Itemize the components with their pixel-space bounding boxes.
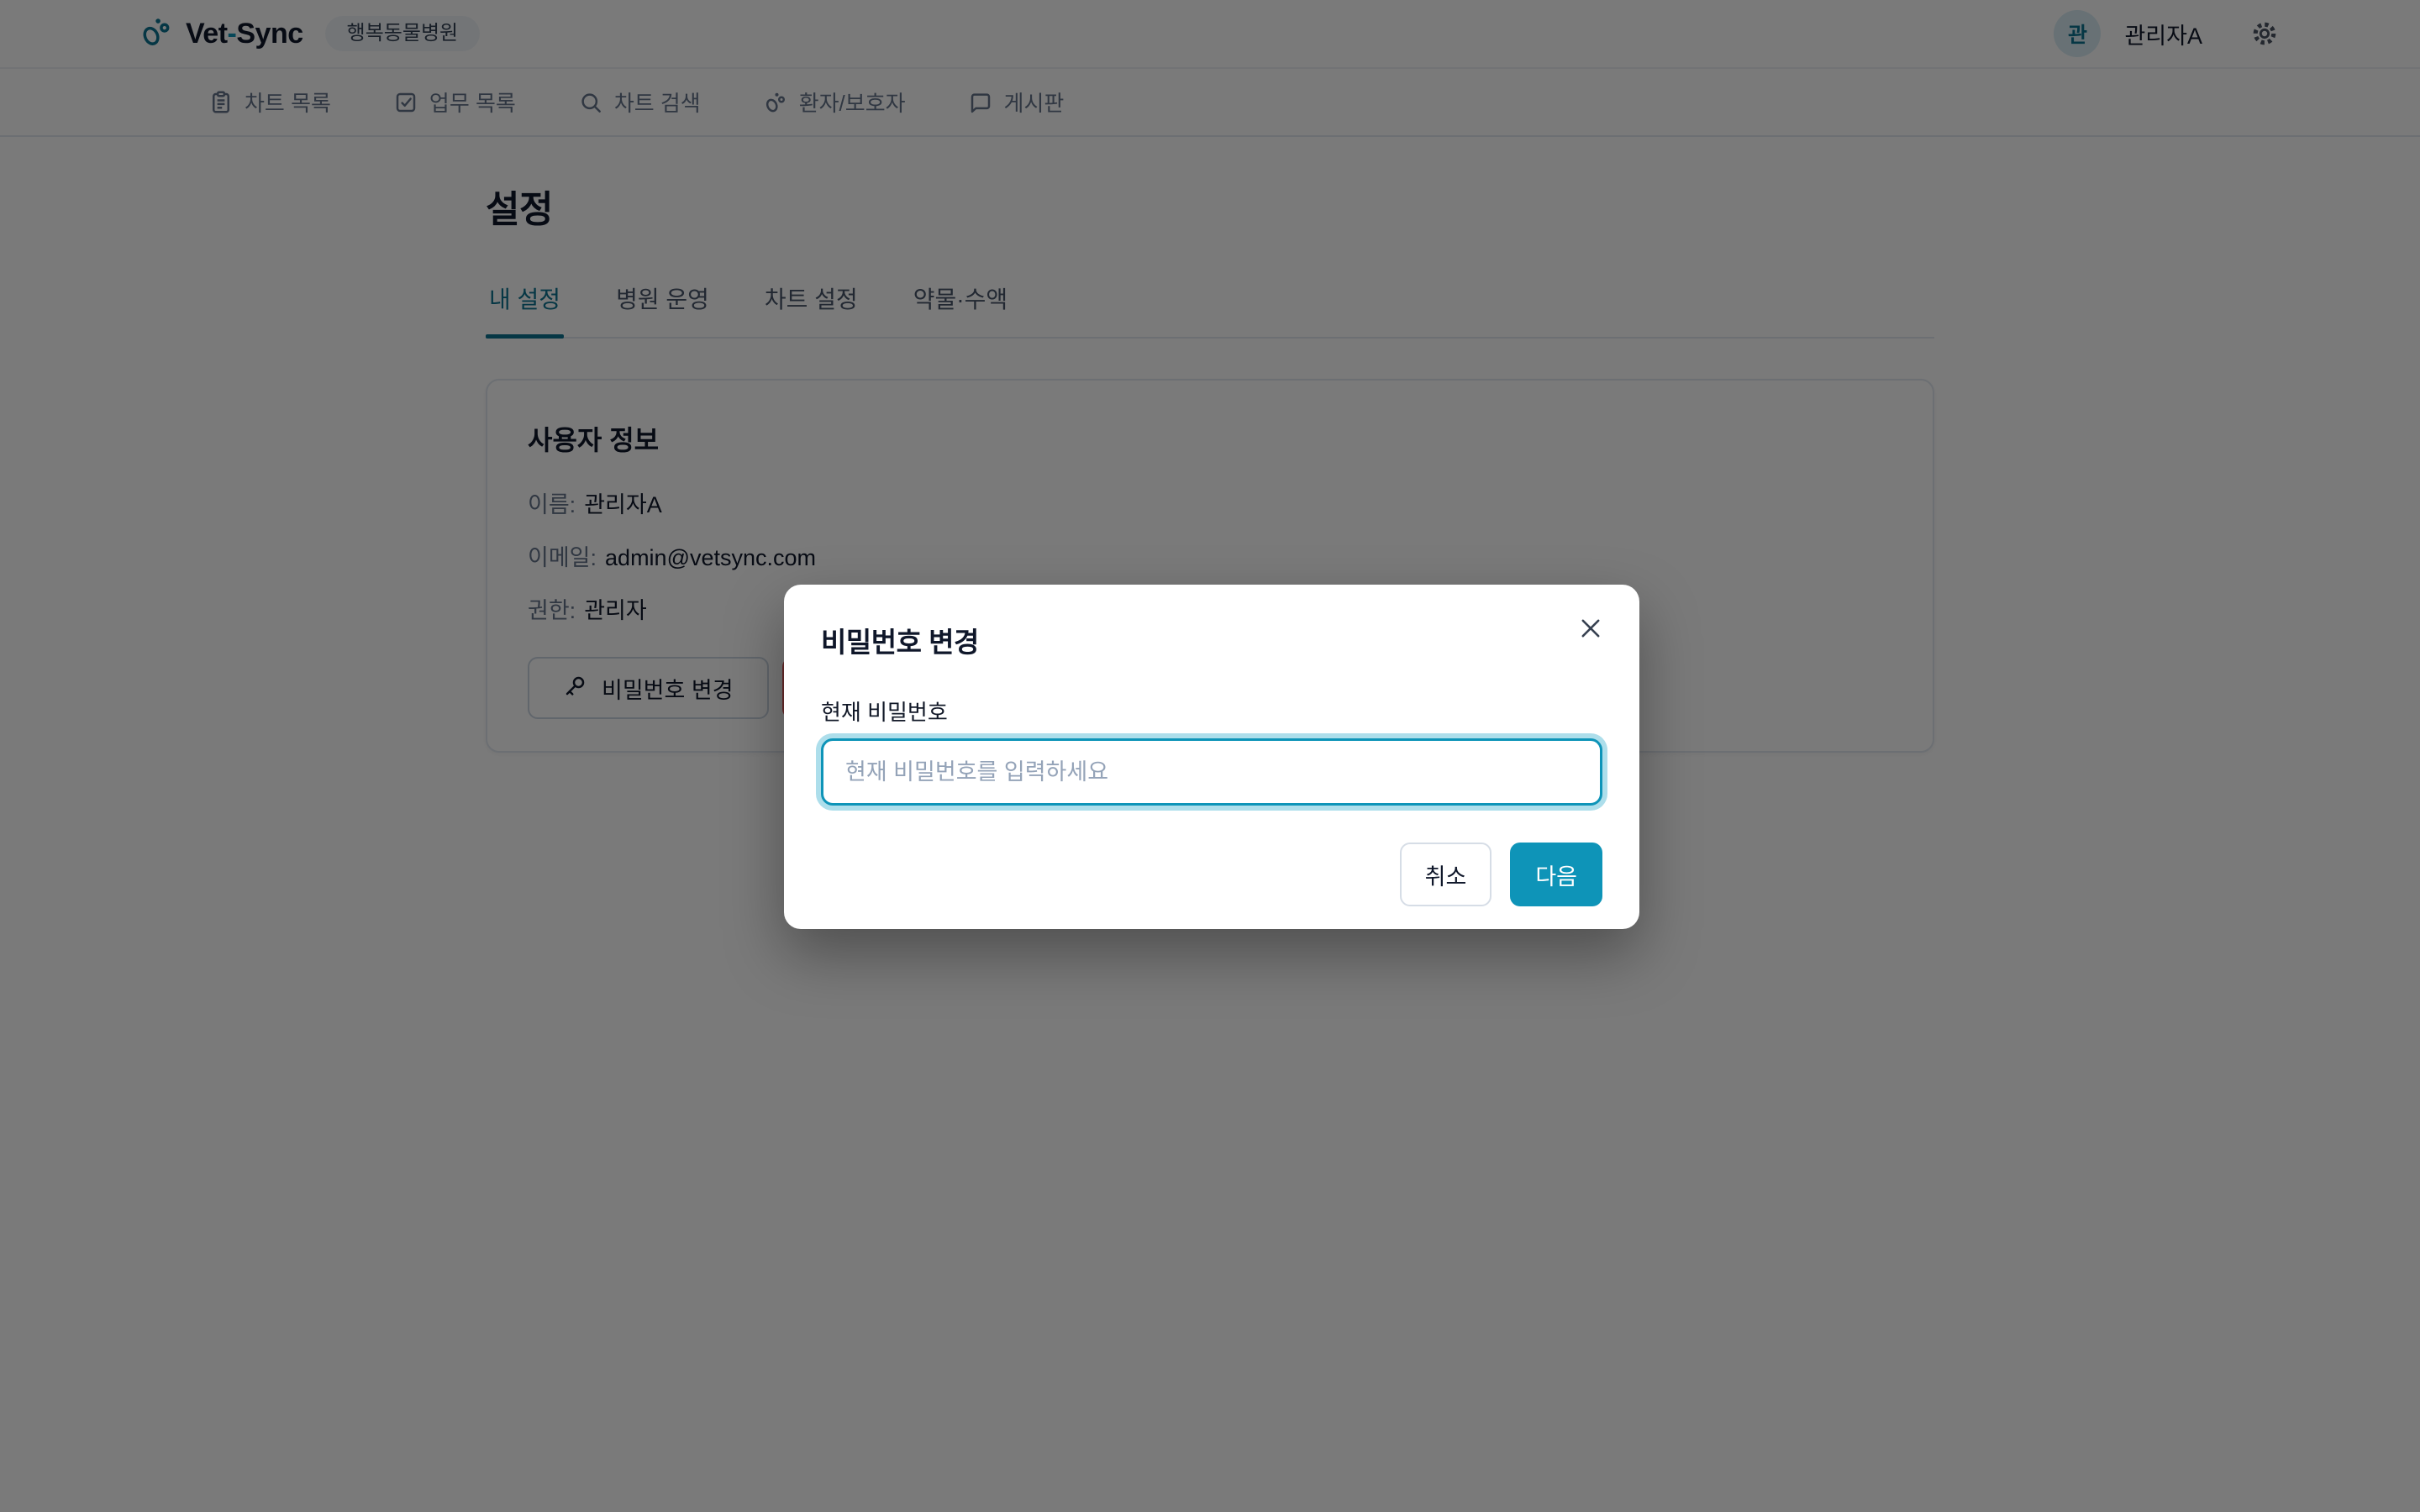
current-password-label: 현재 비밀번호: [821, 696, 1602, 727]
cancel-button[interactable]: 취소: [1400, 843, 1492, 906]
password-change-modal: 비밀번호 변경 현재 비밀번호 취소 다음: [784, 585, 1639, 929]
close-icon[interactable]: [1572, 610, 1609, 647]
current-password-input[interactable]: [821, 738, 1602, 806]
modal-footer: 취소 다음: [821, 843, 1602, 906]
next-button[interactable]: 다음: [1510, 843, 1602, 906]
modal-title: 비밀번호 변경: [821, 620, 1602, 660]
